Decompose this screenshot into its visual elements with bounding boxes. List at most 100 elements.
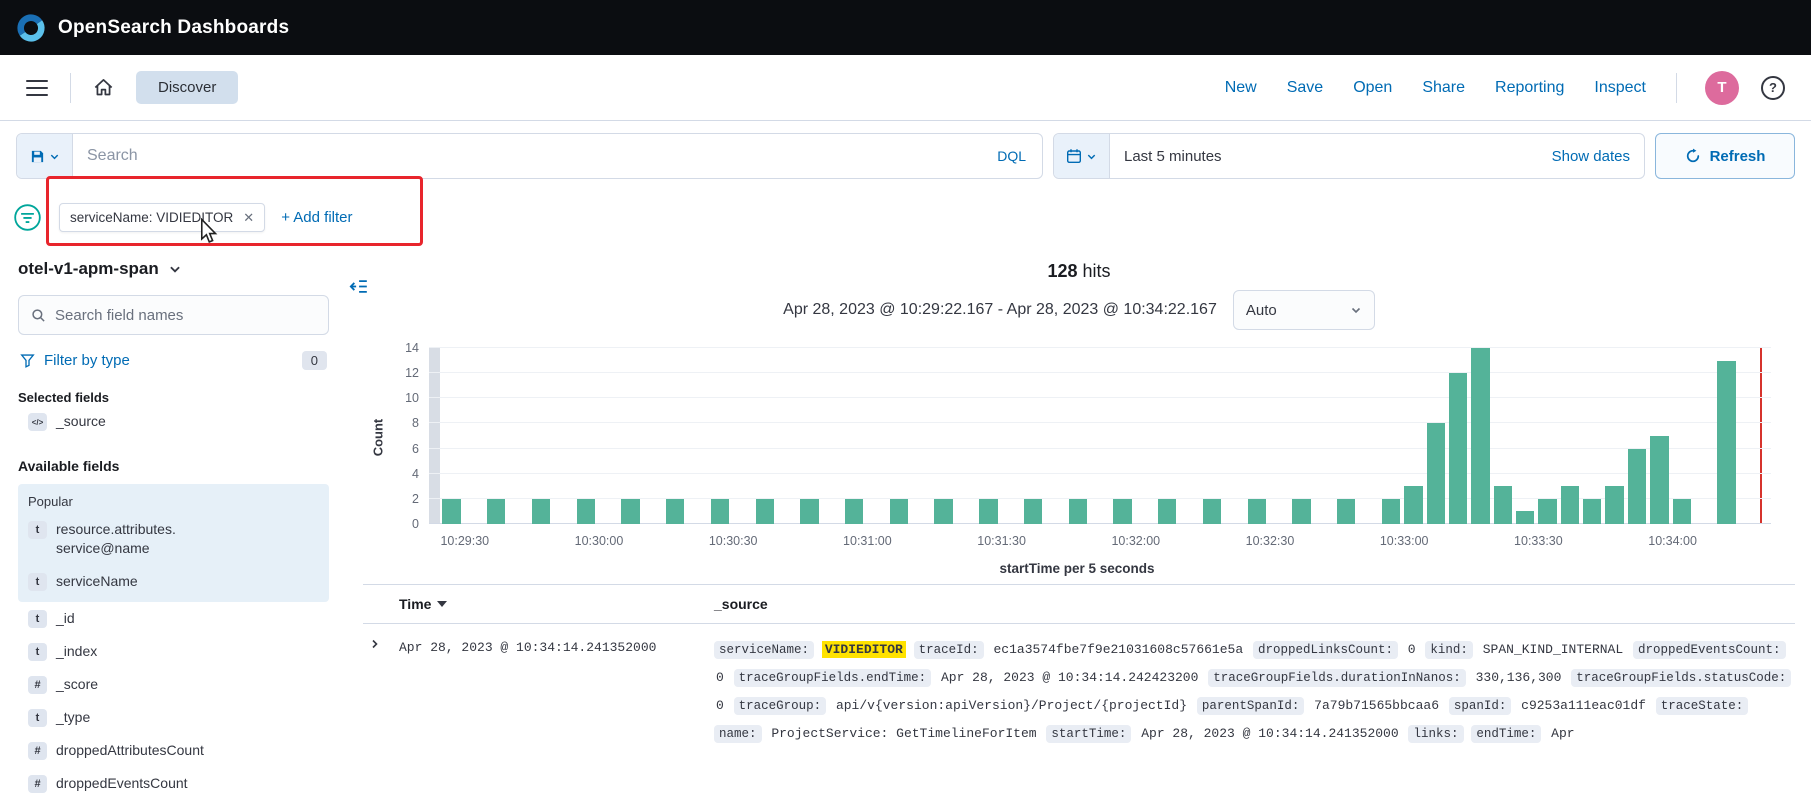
field-type-icon: t xyxy=(28,521,47,539)
y-tick-label: 2 xyxy=(412,492,419,506)
field-badge: endTime: xyxy=(1471,725,1541,743)
histogram-bar[interactable] xyxy=(756,499,774,524)
source-column-header: _source xyxy=(714,596,1795,612)
histogram-bar[interactable] xyxy=(1628,449,1646,524)
x-tick-label: 10:29:30 xyxy=(440,534,489,548)
field-item-_index[interactable]: t_index xyxy=(18,635,329,668)
y-tick-label: 4 xyxy=(412,467,419,481)
histogram-bar[interactable] xyxy=(711,499,729,524)
time-column-header[interactable]: Time xyxy=(399,596,714,612)
histogram-bar[interactable] xyxy=(1583,499,1601,524)
sort-desc-icon xyxy=(437,600,447,608)
field-item-serviceName[interactable]: tserviceName xyxy=(18,565,329,598)
nav-link-new[interactable]: New xyxy=(1225,79,1257,97)
field-item-resource.attributes.service@name[interactable]: tresource.attributes.service@name xyxy=(18,513,329,565)
y-tick-label: 6 xyxy=(412,442,419,456)
remove-filter-icon[interactable]: ✕ xyxy=(243,211,254,224)
histogram-bar[interactable] xyxy=(1650,436,1668,524)
histogram-bar[interactable] xyxy=(442,499,460,524)
histogram-bar[interactable] xyxy=(1024,499,1042,524)
histogram-bar[interactable] xyxy=(666,499,684,524)
interval-select[interactable]: Auto xyxy=(1233,290,1375,330)
histogram-bar[interactable] xyxy=(1673,499,1691,524)
show-dates-button[interactable]: Show dates xyxy=(1552,148,1644,165)
field-type-icon: t xyxy=(28,643,47,661)
field-item-droppedEventsCount[interactable]: #droppedEventsCount xyxy=(18,767,329,800)
filter-by-type-row[interactable]: Filter by type 0 xyxy=(18,351,329,370)
field-item-_type[interactable]: t_type xyxy=(18,701,329,734)
home-button[interactable] xyxy=(85,69,122,106)
histogram-bar[interactable] xyxy=(1248,499,1266,524)
refresh-button[interactable]: Refresh xyxy=(1655,133,1795,179)
breadcrumb-discover[interactable]: Discover xyxy=(136,71,238,104)
x-tick-label: 10:32:00 xyxy=(1111,534,1160,548)
index-pattern-selector[interactable]: otel-v1-apm-span xyxy=(18,259,329,279)
field-name: _id xyxy=(56,609,75,628)
filter-pill[interactable]: serviceName: VIDIEDITOR ✕ xyxy=(59,203,265,232)
histogram-bar[interactable] xyxy=(1605,486,1623,524)
gridline xyxy=(429,372,1771,373)
nav-link-save[interactable]: Save xyxy=(1287,79,1323,97)
histogram-bar[interactable] xyxy=(800,499,818,524)
histogram-bar[interactable] xyxy=(1427,423,1445,524)
field-badge: traceGroupFields.durationInNanos: xyxy=(1208,669,1466,687)
histogram-bar[interactable] xyxy=(1292,499,1310,524)
histogram-bar[interactable] xyxy=(1449,373,1467,524)
histogram-bar[interactable] xyxy=(1113,499,1131,524)
field-type-icon: t xyxy=(28,709,47,727)
field-badge: spanId: xyxy=(1449,697,1512,715)
histogram-bar[interactable] xyxy=(532,499,550,524)
help-button[interactable]: ? xyxy=(1753,68,1793,108)
add-filter-button[interactable]: + Add filter xyxy=(281,209,352,226)
filter-menu-button[interactable] xyxy=(12,202,43,233)
collapse-sidebar-button[interactable] xyxy=(349,277,368,299)
field-item-_score[interactable]: #_score xyxy=(18,668,329,701)
field-item-_id[interactable]: t_id xyxy=(18,602,329,635)
menu-button[interactable] xyxy=(18,71,56,105)
field-name: _source xyxy=(56,412,106,431)
expand-row-button[interactable] xyxy=(363,636,387,657)
histogram-bar[interactable] xyxy=(979,499,997,524)
x-tick-label: 10:33:30 xyxy=(1514,534,1563,548)
histogram-bar[interactable] xyxy=(1538,499,1556,524)
histogram-bar[interactable] xyxy=(1561,486,1579,524)
histogram-chart: Count 0246810121410:29:3010:30:0010:30:3… xyxy=(365,344,1789,576)
histogram-bar[interactable] xyxy=(934,499,952,524)
histogram-bar[interactable] xyxy=(1069,499,1087,524)
histogram-bar[interactable] xyxy=(1203,499,1221,524)
avatar[interactable]: T xyxy=(1705,71,1739,105)
search-input[interactable] xyxy=(73,147,981,165)
field-item-_source[interactable]: </>_source xyxy=(18,405,329,438)
time-range-value[interactable]: Last 5 minutes xyxy=(1110,148,1222,165)
x-tick-label: 10:30:00 xyxy=(575,534,624,548)
histogram-bar[interactable] xyxy=(1494,486,1512,524)
histogram-bar[interactable] xyxy=(1404,486,1422,524)
field-badge: parentSpanId: xyxy=(1197,697,1305,715)
date-picker-button[interactable] xyxy=(1054,134,1110,178)
histogram-bar[interactable] xyxy=(1158,499,1176,524)
global-header: OpenSearch Dashboards xyxy=(0,0,1811,55)
field-name: serviceName xyxy=(56,572,138,591)
time-range-row: Apr 28, 2023 @ 10:29:22.167 - Apr 28, 20… xyxy=(363,290,1795,330)
histogram-bar[interactable] xyxy=(621,499,639,524)
histogram-bar[interactable] xyxy=(487,499,505,524)
histogram-bar[interactable] xyxy=(845,499,863,524)
histogram-bar[interactable] xyxy=(1516,511,1534,524)
field-item-droppedAttributesCount[interactable]: #droppedAttributesCount xyxy=(18,734,329,767)
saved-query-button[interactable] xyxy=(17,134,73,178)
divider xyxy=(1676,73,1677,103)
histogram-bar[interactable] xyxy=(1337,499,1355,524)
histogram-bar[interactable] xyxy=(890,499,908,524)
histogram-bar[interactable] xyxy=(1382,499,1400,524)
histogram-bar[interactable] xyxy=(1717,361,1735,524)
field-search-input[interactable] xyxy=(55,307,316,324)
histogram-bar[interactable] xyxy=(1471,348,1489,524)
dql-label[interactable]: DQL xyxy=(981,148,1042,164)
field-type-icon: # xyxy=(28,676,47,694)
available-fields-header: Available fields xyxy=(18,458,329,474)
nav-link-share[interactable]: Share xyxy=(1422,79,1465,97)
nav-link-reporting[interactable]: Reporting xyxy=(1495,79,1564,97)
histogram-bar[interactable] xyxy=(577,499,595,524)
nav-link-open[interactable]: Open xyxy=(1353,79,1392,97)
nav-link-inspect[interactable]: Inspect xyxy=(1594,79,1646,97)
